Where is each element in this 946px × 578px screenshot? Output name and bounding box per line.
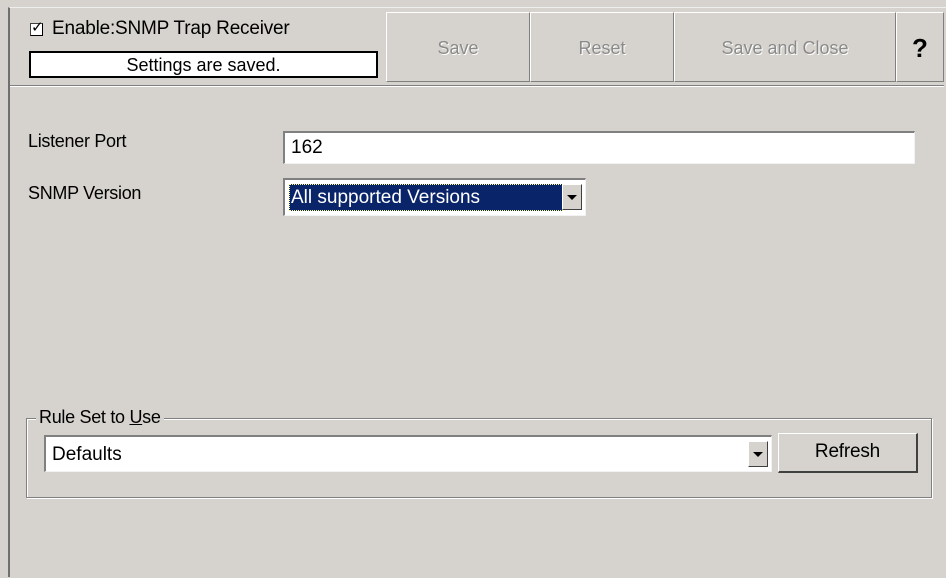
rule-set-label-accesskey: U	[129, 407, 143, 427]
snmp-version-selected: All supported Versions	[289, 184, 563, 211]
toolbar-divider-highlight	[10, 86, 944, 87]
listener-port-input[interactable]: 162	[283, 131, 915, 164]
rule-set-label-pre: Rule Set to	[39, 407, 130, 427]
status-message: Settings are saved.	[29, 51, 378, 78]
rule-set-dropdown-button[interactable]	[748, 441, 768, 467]
rule-set-label-post: se	[142, 407, 161, 427]
snmp-version-dropdown-button[interactable]	[562, 184, 582, 210]
check-icon: ✓	[31, 18, 44, 36]
rule-set-group-label: Rule Set to Use	[36, 407, 164, 428]
chevron-down-icon	[753, 452, 763, 457]
save-and-close-button[interactable]: Save and Close	[674, 12, 896, 82]
help-button[interactable]: ?	[896, 12, 944, 82]
chevron-down-icon	[567, 195, 577, 200]
enable-checkbox[interactable]: ✓	[30, 18, 44, 36]
save-button[interactable]: Save	[386, 12, 530, 82]
snmp-version-select[interactable]: All supported Versions	[283, 178, 586, 216]
snmp-version-label: SNMP Version	[28, 183, 142, 203]
rule-set-selected: Defaults	[52, 444, 122, 465]
enable-snmp-trap-receiver[interactable]: ✓ Enable:SNMP Trap Receiver	[18, 14, 380, 44]
refresh-button[interactable]: Refresh	[778, 433, 918, 473]
reset-button[interactable]: Reset	[530, 12, 674, 82]
rule-set-select[interactable]: Defaults	[44, 435, 772, 472]
listener-port-label: Listener Port	[28, 131, 127, 151]
enable-label: Enable:SNMP Trap Receiver	[52, 18, 290, 39]
